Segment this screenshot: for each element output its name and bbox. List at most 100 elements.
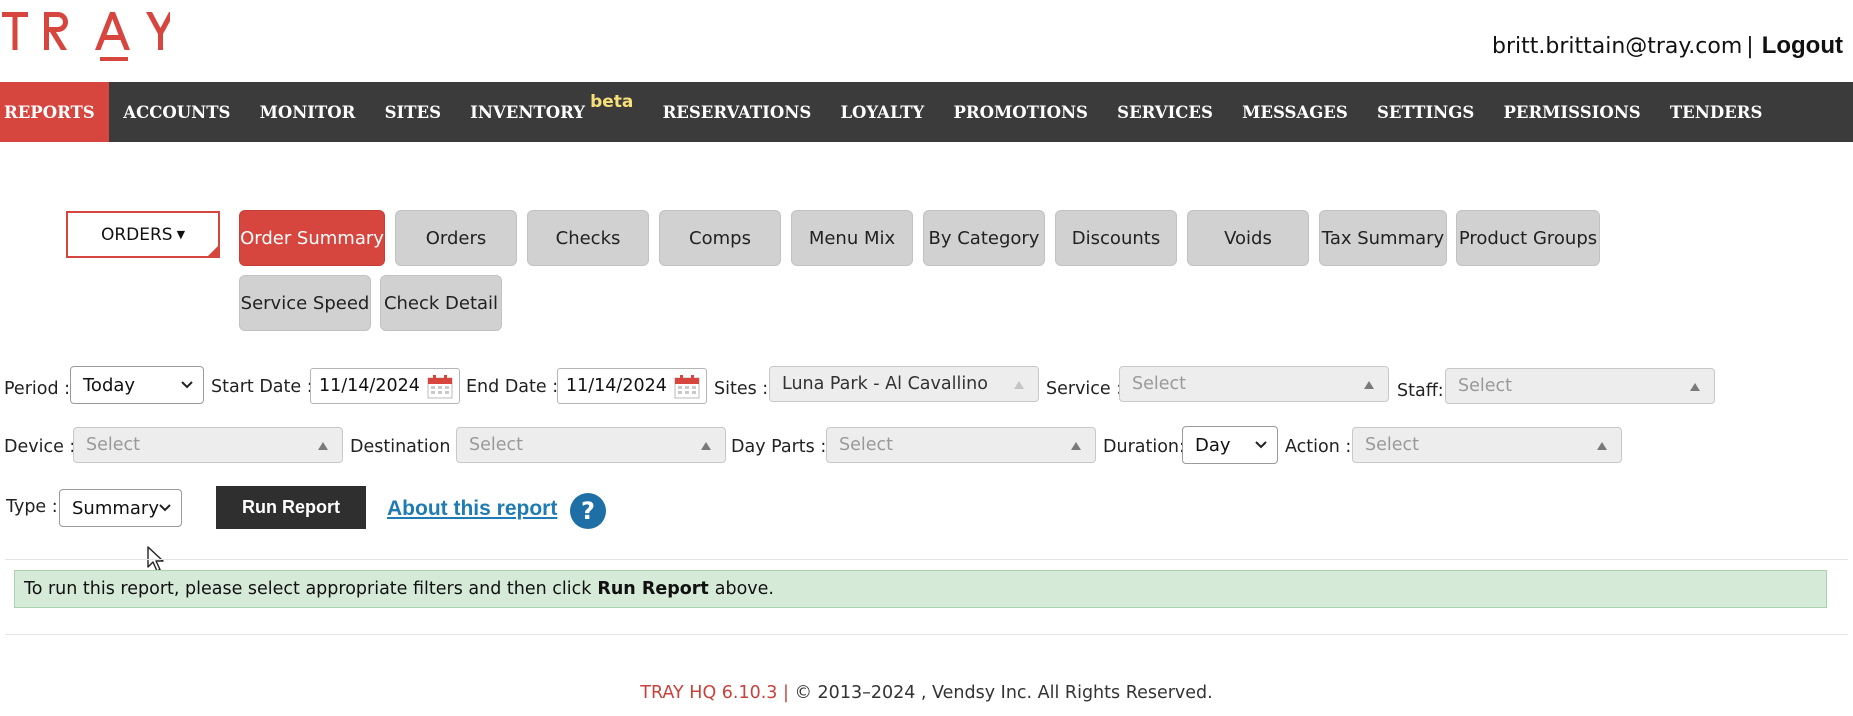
report-group-dropdown[interactable]: ORDERS ▼ [66, 211, 220, 258]
caret-down-icon: ▼ [176, 228, 186, 241]
tab-orders[interactable]: Orders [395, 210, 517, 266]
service-select[interactable]: Select [1119, 366, 1389, 402]
triangle-up-icon [1597, 442, 1607, 450]
tab-product-groups[interactable]: Product Groups [1456, 210, 1600, 266]
chevron-down-icon [159, 504, 171, 512]
nav-item-label: MESSAGES [1242, 102, 1348, 122]
run-report-button[interactable]: Run Report [216, 486, 366, 529]
period-select[interactable]: Today [70, 366, 204, 404]
nav-item-label: MONITOR [259, 102, 356, 122]
nav-item-reservations[interactable]: RESERVATIONS [648, 82, 826, 142]
run-report-label: Run Report [242, 497, 340, 517]
service-placeholder: Select [1132, 374, 1186, 394]
nav-item-label: REPORTS [4, 102, 95, 122]
nav-item-loyalty[interactable]: LOYALTY [826, 82, 939, 142]
tab-by-category[interactable]: By Category [923, 210, 1045, 266]
tab-check-detail[interactable]: Check Detail [380, 275, 502, 331]
end-date-input[interactable]: 11/14/2024 [557, 368, 707, 404]
notice-text-before: To run this report, please select approp… [24, 579, 592, 599]
calendar-icon[interactable] [427, 375, 453, 399]
nav-item-inventory[interactable]: INVENTORY beta [456, 82, 648, 142]
action-placeholder: Select [1365, 435, 1419, 455]
calendar-icon[interactable] [674, 375, 700, 399]
logout-link[interactable]: Logout [1762, 32, 1843, 60]
help-glyph: ? [581, 497, 595, 525]
triangle-up-icon [1364, 381, 1374, 389]
tray-logo[interactable] [0, 4, 175, 66]
nav-item-sites[interactable]: SITES [370, 82, 456, 142]
nav-item-label: ACCOUNTS [123, 102, 231, 122]
tab-label: Tax Summary [1321, 227, 1445, 249]
nav-item-promotions[interactable]: PROMOTIONS [939, 82, 1103, 142]
nav-item-label: SERVICES [1117, 102, 1213, 122]
destination-select[interactable]: Select [456, 427, 726, 463]
start-date-input[interactable]: 11/14/2024 [310, 368, 460, 404]
triangle-up-icon [1071, 442, 1081, 450]
tab-voids[interactable]: Voids [1187, 210, 1309, 266]
tab-tax-summary[interactable]: Tax Summary [1319, 210, 1447, 266]
tab-label: Service Speed [240, 292, 370, 314]
tab-service-speed[interactable]: Service Speed [239, 275, 371, 331]
nav-item-messages[interactable]: MESSAGES [1228, 82, 1363, 142]
destination-placeholder: Select [469, 435, 523, 455]
type-select[interactable]: Summary [59, 489, 182, 527]
beta-badge: beta [590, 92, 634, 112]
nav-item-tenders[interactable]: TENDERS [1655, 82, 1777, 142]
duration-select[interactable]: Day [1182, 426, 1278, 464]
tab-discounts[interactable]: Discounts [1055, 210, 1177, 266]
nav-item-permissions[interactable]: PERMISSIONS [1489, 82, 1655, 142]
staff-select[interactable]: Select [1445, 368, 1715, 404]
nav-item-settings[interactable]: SETTINGS [1362, 82, 1488, 142]
footer-copyright: © 2013–2024 , Vendsy Inc. All Rights Res… [794, 683, 1213, 703]
staff-label: Staff: [1397, 381, 1444, 401]
nav-item-label: PERMISSIONS [1503, 102, 1641, 122]
day-parts-label: Day Parts : [731, 437, 827, 457]
tab-checks[interactable]: Checks [527, 210, 649, 266]
chevron-down-icon [181, 381, 193, 389]
tab-comps[interactable]: Comps [659, 210, 781, 266]
tab-menu-mix[interactable]: Menu Mix [791, 210, 913, 266]
tab-label: Discounts [1071, 227, 1161, 249]
device-label: Device : [4, 437, 76, 457]
sites-label: Sites : [714, 379, 769, 399]
main-nav: REPORTS ACCOUNTS MONITOR SITES INVENTORY… [0, 82, 1853, 142]
device-select[interactable]: Select [73, 427, 343, 463]
nav-item-reports[interactable]: REPORTS [0, 82, 109, 142]
staff-placeholder: Select [1458, 376, 1512, 396]
user-email: britt.brittain@tray.com [1491, 33, 1743, 59]
day-parts-placeholder: Select [839, 435, 893, 455]
nav-item-services[interactable]: SERVICES [1103, 82, 1228, 142]
destination-label: Destination : [350, 437, 462, 457]
duration-value: Day [1195, 434, 1231, 456]
nav-item-accounts[interactable]: ACCOUNTS [109, 82, 245, 142]
nav-item-monitor[interactable]: MONITOR [245, 82, 370, 142]
tab-order-summary[interactable]: Order Summary [239, 210, 385, 266]
start-date-label: Start Date : [211, 377, 313, 397]
triangle-up-icon [1014, 381, 1024, 389]
end-date-value: 11/14/2024 [566, 376, 667, 396]
tab-label: Order Summary [240, 227, 384, 249]
nav-item-label: LOYALTY [840, 102, 925, 122]
sites-value: Luna Park - Al Cavallino [782, 374, 988, 394]
user-bar: britt.brittain@tray.com | Logout [1492, 32, 1843, 60]
corner-accent [206, 244, 220, 258]
help-icon[interactable]: ? [570, 493, 606, 529]
nav-item-label: RESERVATIONS [662, 102, 812, 122]
tab-label: Checks [555, 227, 621, 249]
notice-text-after: above. [714, 579, 774, 599]
tab-label: Orders [425, 227, 487, 249]
triangle-up-icon [701, 442, 711, 450]
nav-item-label: TENDERS [1669, 102, 1763, 122]
start-date-value: 11/14/2024 [319, 376, 420, 396]
service-label: Service : [1046, 379, 1123, 399]
duration-label: Duration: [1103, 437, 1185, 457]
day-parts-select[interactable]: Select [826, 427, 1096, 463]
divider [5, 634, 1848, 635]
nav-item-label: PROMOTIONS [953, 102, 1088, 122]
action-select[interactable]: Select [1352, 427, 1622, 463]
period-value: Today [83, 374, 136, 396]
tab-label: Comps [689, 227, 751, 249]
sites-select[interactable]: Luna Park - Al Cavallino [769, 366, 1039, 402]
triangle-up-icon [318, 442, 328, 450]
about-report-link[interactable]: About this report [387, 497, 557, 521]
